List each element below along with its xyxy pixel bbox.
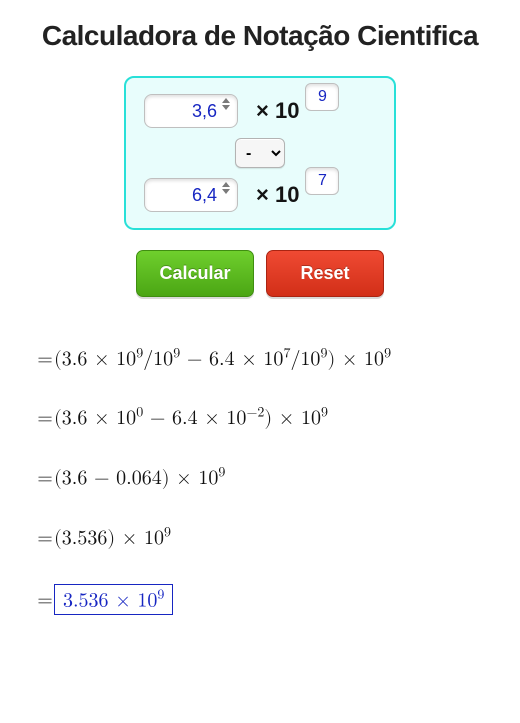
operand-2-row: × 10 [144,178,376,212]
step-3: = (3.6 − 0.064) × 109 [36,464,498,490]
step-3-expr: (3.6 − 0.064) × 109 [54,468,225,488]
operator-row: - [144,138,376,168]
times-ten-label-1: × 10 [256,98,299,124]
derivation-output: = (3.6 × 109/109 − 6.4 × 107/109) × 109 … [14,315,506,655]
coefficient-2-spinner [222,182,232,194]
step-4-expr: (3.536) × 109 [54,528,171,548]
equals-sign: = [36,347,54,371]
step-2: = (3.6 × 100 − 6.4 × 10−2) × 109 [36,405,498,431]
final-result-box: 3.536 × 109 [54,584,173,616]
step-2-expr: (3.6 × 100 − 6.4 × 10−2) × 109 [54,408,328,428]
calcular-button[interactable]: Calcular [136,250,254,297]
chevron-up-icon[interactable] [222,182,230,187]
coefficient-1-spinner [222,98,232,110]
equals-sign: = [36,526,54,550]
operand-1-row: × 10 [144,94,376,128]
step-final: = 3.536 × 109 [36,584,498,616]
button-row: Calcular Reset [14,250,506,297]
operator-select[interactable]: - [235,138,285,168]
chevron-up-icon[interactable] [222,98,230,103]
equals-sign: = [36,588,54,612]
exponent-1-input[interactable] [305,83,339,111]
step-1: = (3.6 × 109/109 − 6.4 × 107/109) × 109 [36,345,498,371]
chevron-down-icon[interactable] [222,189,230,194]
page-title: Calculadora de Notação Cientifica [14,20,506,52]
equals-sign: = [36,466,54,490]
reset-button[interactable]: Reset [266,250,384,297]
times-ten-label-2: × 10 [256,182,299,208]
input-panel: × 10 - × 10 [124,76,396,230]
step-4: = (3.536) × 109 [36,524,498,550]
equals-sign: = [36,406,54,430]
chevron-down-icon[interactable] [222,105,230,110]
exponent-2-input[interactable] [305,167,339,195]
output-scroll-area[interactable]: = (3.6 × 109/109 − 6.4 × 107/109) × 109 … [14,315,506,655]
step-1-expr: (3.6 × 109/109 − 6.4 × 107/109) × 109 [54,349,391,369]
